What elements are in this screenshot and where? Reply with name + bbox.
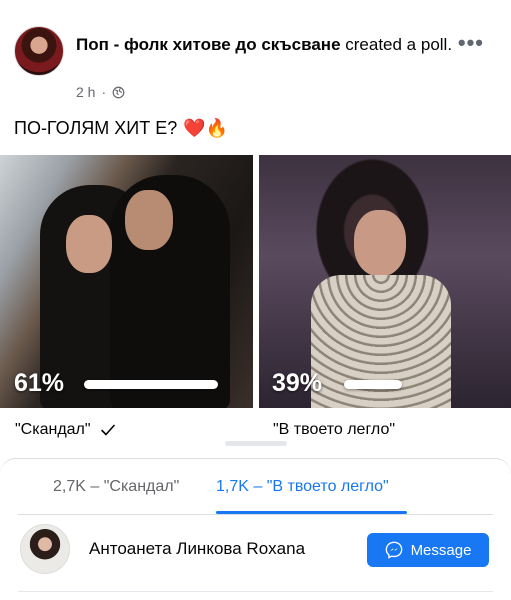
page-avatar[interactable] bbox=[14, 26, 64, 76]
face-shape bbox=[66, 215, 112, 273]
post-message: ПО-ГОЛЯМ ХИТ Е? bbox=[14, 118, 178, 138]
checkmark-icon bbox=[100, 424, 115, 436]
sheet-drag-handle[interactable] bbox=[225, 441, 287, 446]
post-text: ПО-ГОЛЯМ ХИТ Е? ❤️🔥 bbox=[14, 118, 228, 139]
face-shape bbox=[354, 210, 406, 276]
heart-fire-emoji: ❤️🔥 bbox=[183, 118, 229, 138]
tab-option-1-votes[interactable]: 2,7K – "Скандал" bbox=[53, 478, 179, 496]
votes-bottom-sheet: 2,7K – "Скандал" 1,7K – "В твоето легло"… bbox=[0, 458, 511, 600]
more-horizontal-icon[interactable]: ••• bbox=[458, 30, 484, 56]
post-header-text: Поп - фолк хитове до скъсване created a … bbox=[76, 32, 476, 57]
voter-row[interactable]: Антоанета Линкова Roxana Message bbox=[0, 522, 511, 582]
poll-option-image-2[interactable]: 39% bbox=[259, 155, 511, 408]
post-timestamp[interactable]: 2 h bbox=[76, 84, 95, 100]
divider bbox=[18, 591, 493, 592]
poll-option-2-bar bbox=[344, 380, 402, 389]
poll-option-1-text: "Скандал" bbox=[15, 421, 91, 438]
message-button-label: Message bbox=[410, 541, 472, 559]
voter-name[interactable]: Антоанета Линкова Roxana bbox=[89, 539, 305, 559]
avatar[interactable] bbox=[20, 524, 70, 574]
poll-option-1-percent: 61% bbox=[14, 369, 65, 397]
post-meta: 2 h · bbox=[76, 84, 125, 100]
poll-option-image-1[interactable]: 61% bbox=[0, 155, 253, 408]
tab-option-2-votes[interactable]: 1,7K – "В твоето легло" bbox=[216, 478, 389, 496]
divider bbox=[18, 514, 493, 515]
votes-tabs: 2,7K – "Скандал" 1,7K – "В твоето легло" bbox=[0, 459, 511, 515]
post-header: Поп - фолк хитове до скъсване created a … bbox=[14, 24, 484, 104]
poll: 61% 39% bbox=[0, 155, 511, 408]
post-card: Поп - фолк хитове до скъсване created a … bbox=[0, 0, 511, 470]
poll-option-1-label[interactable]: "Скандал" bbox=[15, 421, 117, 439]
globe-icon bbox=[112, 86, 125, 98]
page-name-link[interactable]: Поп - фолк хитове до скъсване bbox=[76, 35, 341, 54]
meta-separator: · bbox=[101, 84, 107, 100]
face-shape bbox=[125, 190, 173, 250]
messenger-icon bbox=[385, 541, 402, 559]
post-action-text: created a poll. bbox=[340, 35, 453, 54]
message-button[interactable]: Message bbox=[367, 533, 489, 567]
poll-option-1-bar bbox=[84, 380, 218, 389]
poll-option-2-text: "В твоето легло" bbox=[273, 421, 396, 438]
poll-option-2-percent: 39% bbox=[272, 369, 323, 397]
poll-option-2-label[interactable]: "В твоето легло" bbox=[273, 421, 395, 439]
